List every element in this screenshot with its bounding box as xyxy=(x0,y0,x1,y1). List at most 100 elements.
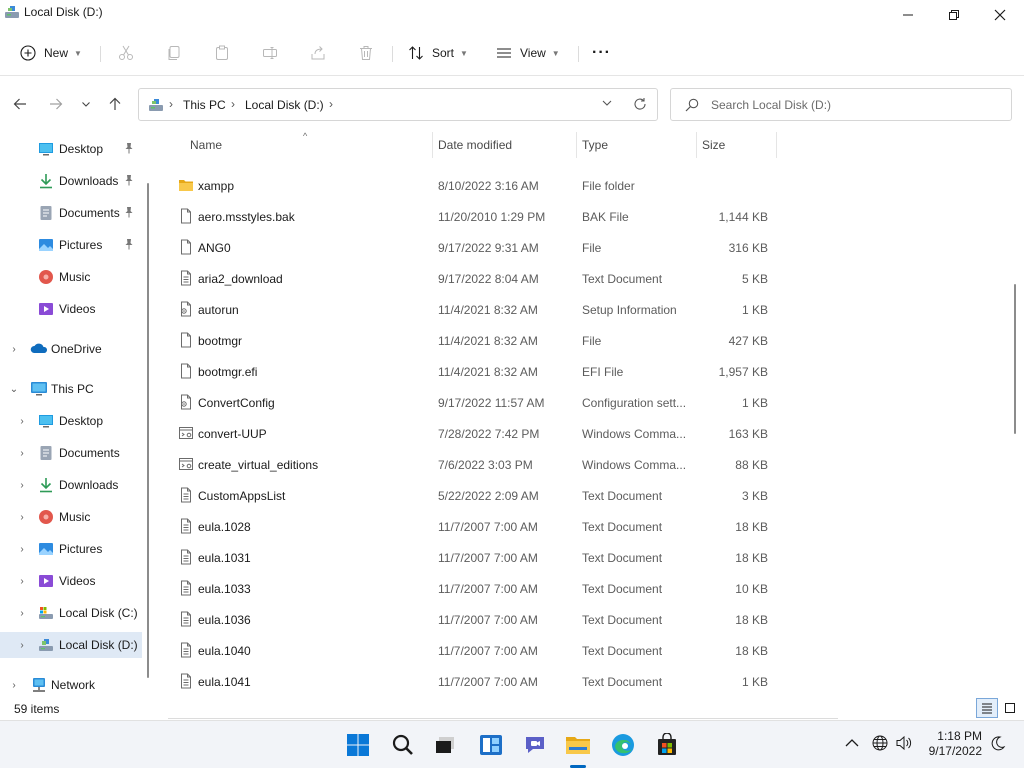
chevron-right-icon[interactable]: › xyxy=(17,640,27,651)
large-icons-view-button[interactable] xyxy=(999,698,1021,718)
file-row[interactable]: CustomAppsList 5/22/2022 2:09 AM Text Docu… xyxy=(156,480,1016,511)
horizontal-scrollbar[interactable] xyxy=(168,718,838,719)
search-icon[interactable] xyxy=(388,730,418,760)
breadcrumb-local-disk-d[interactable]: Local Disk (D:) xyxy=(245,98,324,112)
refresh-button[interactable] xyxy=(633,97,647,114)
copy-button[interactable] xyxy=(166,38,182,68)
column-divider[interactable] xyxy=(432,132,433,158)
maximize-button[interactable] xyxy=(931,0,977,30)
more-options-button[interactable]: ··· xyxy=(592,38,611,68)
nav-item-pictures[interactable]: Pictures xyxy=(0,232,142,258)
nav-item-pc-pictures[interactable]: › Pictures xyxy=(0,536,142,562)
nav-item-label: Pictures xyxy=(59,542,103,556)
chevron-down-icon[interactable]: ⌄ xyxy=(9,384,19,395)
forward-button[interactable] xyxy=(47,95,65,113)
search-box[interactable]: Search Local Disk (D:) xyxy=(670,88,1012,121)
nav-item-pc-videos[interactable]: › Videos xyxy=(0,568,142,594)
file-row[interactable]: eula.1031 11/7/2007 7:00 AM Text Document 1… xyxy=(156,542,1016,573)
column-header-date[interactable]: Date modified xyxy=(438,138,512,152)
file-row[interactable]: eula.1036 11/7/2007 7:00 AM Text Document 1… xyxy=(156,604,1016,635)
delete-button[interactable] xyxy=(358,38,374,68)
nav-item-documents[interactable]: Documents xyxy=(0,200,142,226)
file-row[interactable]: convert-UUP 7/28/2022 7:42 PM Windows Comm… xyxy=(156,418,1016,449)
recent-locations-button[interactable] xyxy=(77,95,95,113)
chat-icon[interactable] xyxy=(520,730,550,760)
file-row[interactable]: eula.1041 11/7/2007 7:00 AM Text Document 1… xyxy=(156,666,1016,697)
edge-icon[interactable] xyxy=(608,730,638,760)
file-row[interactable]: eula.1040 11/7/2007 7:00 AM Text Document 1… xyxy=(156,635,1016,666)
nav-item-videos[interactable]: Videos xyxy=(0,296,142,322)
nav-item-music[interactable]: Music xyxy=(0,264,142,290)
file-row[interactable]: aria2_download 9/17/2022 8:04 AM Text Docu… xyxy=(156,263,1016,294)
address-bar[interactable]: › This PC › Local Disk (D:) › xyxy=(138,88,658,121)
details-view-button[interactable] xyxy=(976,698,998,718)
breadcrumb-this-pc[interactable]: This PC xyxy=(183,98,226,112)
file-row[interactable]: ConvertConfig 9/17/2022 11:57 AM Configura… xyxy=(156,387,1016,418)
taskbar-clock[interactable]: 1:18 PM 9/17/2022 xyxy=(920,729,982,759)
globe-icon[interactable] xyxy=(872,735,888,754)
file-date-modified: 9/17/2022 9:31 AM xyxy=(438,241,539,255)
minimize-button[interactable] xyxy=(885,0,931,30)
file-list-scrollbar[interactable] xyxy=(1014,284,1016,434)
file-list: ^ Name Date modified Type Size Windows9/… xyxy=(156,130,1016,698)
chevron-right-icon[interactable]: › xyxy=(9,344,19,355)
file-row[interactable]: bootmgr 11/4/2021 8:32 AM File 427 KB xyxy=(156,325,1016,356)
chevron-up-icon[interactable] xyxy=(845,737,859,751)
up-button[interactable] xyxy=(106,95,124,113)
file-row[interactable]: create_virtual_editions 7/6/2022 3:03 PM W… xyxy=(156,449,1016,480)
file-row[interactable]: eula.1033 11/7/2007 7:00 AM Text Document 1… xyxy=(156,573,1016,604)
cut-button[interactable] xyxy=(118,38,134,68)
column-header-type[interactable]: Type xyxy=(582,138,608,152)
chevron-right-icon[interactable]: › xyxy=(17,512,27,523)
file-name: eula.1036 xyxy=(198,613,251,627)
chevron-right-icon[interactable]: › xyxy=(9,680,19,691)
nav-item-pc-documents[interactable]: › Documents xyxy=(0,440,142,466)
column-divider[interactable] xyxy=(696,132,697,158)
nav-item-downloads[interactable]: Downloads xyxy=(0,168,142,194)
nav-item-pc-local-disk-d-[interactable]: › Local Disk (D:) xyxy=(0,632,142,658)
column-header-name[interactable]: Name xyxy=(190,138,222,152)
column-divider[interactable] xyxy=(776,132,777,158)
nav-item-pc-downloads[interactable]: › Downloads xyxy=(0,472,142,498)
nav-item-this-pc[interactable]: ⌄ This PC xyxy=(0,376,142,402)
address-history-button[interactable] xyxy=(601,97,613,112)
file-row[interactable]: eula.1028 11/7/2007 7:00 AM Text Document 1… xyxy=(156,511,1016,542)
sort-button[interactable]: Sort ▼ xyxy=(408,38,468,68)
start-icon[interactable] xyxy=(343,730,373,760)
nav-pane-scrollbar[interactable] xyxy=(147,183,149,678)
chevron-right-icon[interactable]: › xyxy=(17,608,27,619)
paste-button[interactable] xyxy=(214,38,230,68)
new-button[interactable]: New ▼ xyxy=(20,38,82,68)
close-button[interactable] xyxy=(977,0,1023,30)
chevron-right-icon[interactable]: › xyxy=(17,576,27,587)
nav-item-desktop[interactable]: Desktop xyxy=(0,136,142,162)
column-divider[interactable] xyxy=(576,132,577,158)
focus-assist-icon[interactable] xyxy=(990,735,1006,754)
file-row[interactable]: xampp 8/10/2022 3:16 AM File folder xyxy=(156,170,1016,201)
search-input[interactable]: Search Local Disk (D:) xyxy=(711,98,831,112)
chevron-right-icon[interactable]: › xyxy=(17,448,27,459)
file-row[interactable]: autorun 11/4/2021 8:32 AM Setup Informatio… xyxy=(156,294,1016,325)
view-button[interactable]: View ▼ xyxy=(496,38,560,68)
nav-item-onedrive[interactable]: › OneDrive xyxy=(0,336,142,362)
share-button[interactable] xyxy=(310,38,326,68)
chevron-right-icon[interactable]: › xyxy=(17,416,27,427)
widgets-icon[interactable] xyxy=(476,730,506,760)
file-row[interactable]: bootmgr.efi 11/4/2021 8:32 AM EFI File 1,95… xyxy=(156,356,1016,387)
chevron-right-icon[interactable]: › xyxy=(17,480,27,491)
nav-item-pc-music[interactable]: › Music xyxy=(0,504,142,530)
chevron-right-icon[interactable]: › xyxy=(17,544,27,555)
column-header-size[interactable]: Size xyxy=(702,138,725,152)
task-view-icon[interactable] xyxy=(430,730,460,760)
file-row[interactable]: aero.msstyles.bak 11/20/2010 1:29 PM BAK F… xyxy=(156,201,1016,232)
volume-icon[interactable] xyxy=(896,735,912,754)
nav-item-network[interactable]: › Network xyxy=(0,672,142,698)
nav-item-pc-local-disk-c-[interactable]: › Local Disk (C:) xyxy=(0,600,142,626)
file-explorer-icon[interactable] xyxy=(563,730,593,760)
rename-button[interactable] xyxy=(262,38,278,68)
store-icon[interactable] xyxy=(652,730,682,760)
file-size: 1,144 KB xyxy=(718,210,768,224)
file-row[interactable]: ANG0 9/17/2022 9:31 AM File 316 KB xyxy=(156,232,1016,263)
back-button[interactable] xyxy=(11,95,29,113)
nav-item-pc-desktop[interactable]: › Desktop xyxy=(0,408,142,434)
